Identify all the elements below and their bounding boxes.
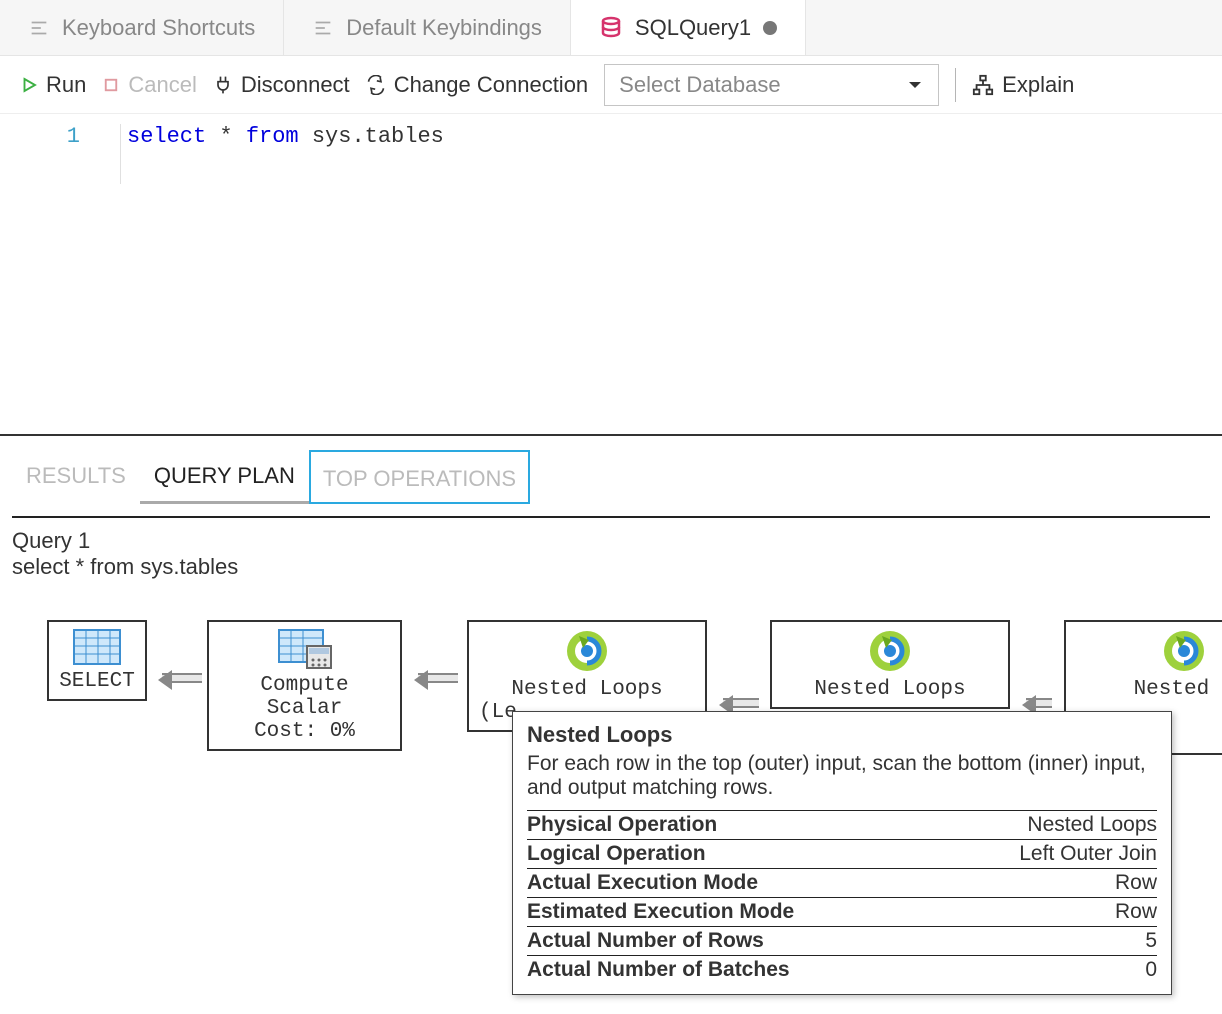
nested-loops-icon: [479, 628, 695, 674]
change-connection-button[interactable]: Change Connection: [366, 72, 588, 98]
flow-arrow: [723, 698, 759, 708]
results-area: RESULTS QUERY PLAN TOP OPERATIONS Query …: [0, 434, 1222, 1000]
unsaved-dot-icon: [763, 21, 777, 35]
tooltip-row: Estimated Execution ModeRow: [527, 898, 1157, 927]
database-select[interactable]: Select Database: [604, 64, 939, 106]
nested-loops-icon: [782, 628, 998, 674]
tooltip-row: Logical OperationLeft Outer Join: [527, 840, 1157, 869]
token-star: *: [219, 124, 232, 149]
nested-loops-icon: [1076, 628, 1222, 674]
tab-sqlquery1[interactable]: SQLQuery1: [571, 0, 806, 55]
database-icon: [599, 16, 623, 40]
tooltip-row: Actual Number of Rows5: [527, 927, 1157, 956]
query-header: Query 1 select * from sys.tables: [12, 518, 1210, 580]
editor-empty-area[interactable]: [0, 184, 1222, 434]
node-label: SELECT: [59, 670, 135, 693]
disconnect-button[interactable]: Disconnect: [213, 72, 350, 98]
database-select-placeholder: Select Database: [619, 72, 780, 98]
cancel-label: Cancel: [128, 72, 196, 98]
tab-results[interactable]: RESULTS: [12, 447, 140, 504]
play-icon: [20, 76, 38, 94]
separator: [955, 68, 956, 102]
node-cost: Cost: 0%: [219, 720, 390, 743]
explain-button[interactable]: Explain: [972, 72, 1074, 98]
query-toolbar: Run Cancel Disconnect Change Connection …: [0, 56, 1222, 114]
code-area[interactable]: select * from sys.tables: [120, 124, 1222, 184]
tab-bar: Keyboard Shortcuts Default Keybindings S…: [0, 0, 1222, 56]
flow-arrow: [162, 673, 202, 683]
query-plan-canvas[interactable]: SELECT Compute Scalar: [12, 600, 1210, 1000]
menu-icon: [312, 17, 334, 39]
flow-arrow: [1026, 698, 1052, 708]
node-label: Compute Scalar: [219, 674, 390, 720]
tab-label: Keyboard Shortcuts: [62, 15, 255, 41]
tab-query-plan[interactable]: QUERY PLAN: [140, 447, 309, 504]
line-number: 1: [67, 124, 80, 149]
tab-label: SQLQuery1: [635, 15, 751, 41]
tab-top-operations[interactable]: TOP OPERATIONS: [309, 450, 530, 504]
token-identifier: sys.tables: [312, 124, 444, 149]
tooltip-table: Physical OperationNested Loops Logical O…: [527, 810, 1157, 984]
sql-editor[interactable]: 1 select * from sys.tables: [0, 114, 1222, 184]
tab-default-keybindings[interactable]: Default Keybindings: [284, 0, 571, 55]
keyword-from: from: [246, 124, 299, 149]
table-icon: [59, 628, 135, 666]
swap-icon: [366, 75, 386, 95]
plug-icon: [213, 75, 233, 95]
chevron-down-icon: [906, 76, 924, 94]
change-connection-label: Change Connection: [394, 72, 588, 98]
tab-label: Default Keybindings: [346, 15, 542, 41]
plan-node-select[interactable]: SELECT: [47, 620, 147, 701]
query-text: select * from sys.tables: [12, 554, 1210, 580]
node-label: Nested L: [1076, 678, 1222, 701]
tooltip-row: Physical OperationNested Loops: [527, 811, 1157, 840]
disconnect-label: Disconnect: [241, 72, 350, 98]
results-tabs: RESULTS QUERY PLAN TOP OPERATIONS: [12, 436, 1210, 504]
node-label: Nested Loops: [479, 678, 695, 701]
tooltip-title: Nested Loops: [527, 722, 1157, 748]
explain-label: Explain: [1002, 72, 1074, 98]
run-label: Run: [46, 72, 86, 98]
flow-arrow: [418, 673, 458, 683]
line-number-gutter: 1: [0, 124, 120, 184]
node-label: Nested Loops: [782, 678, 998, 701]
tooltip-row: Actual Number of Batches0: [527, 956, 1157, 985]
plan-tooltip: Nested Loops For each row in the top (ou…: [512, 711, 1172, 995]
tab-keyboard-shortcuts[interactable]: Keyboard Shortcuts: [0, 0, 284, 55]
cancel-button[interactable]: Cancel: [102, 72, 196, 98]
plan-node-compute-scalar[interactable]: Compute Scalar Cost: 0%: [207, 620, 402, 751]
query-title: Query 1: [12, 528, 1210, 554]
run-button[interactable]: Run: [20, 72, 86, 98]
tooltip-row: Actual Execution ModeRow: [527, 869, 1157, 898]
stop-icon: [102, 76, 120, 94]
plan-node-nested-loops-2[interactable]: Nested Loops: [770, 620, 1010, 709]
compute-scalar-icon: [219, 628, 390, 670]
tree-icon: [972, 74, 994, 96]
keyword-select: select: [127, 124, 206, 149]
menu-icon: [28, 17, 50, 39]
tooltip-description: For each row in the top (outer) input, s…: [527, 752, 1157, 800]
